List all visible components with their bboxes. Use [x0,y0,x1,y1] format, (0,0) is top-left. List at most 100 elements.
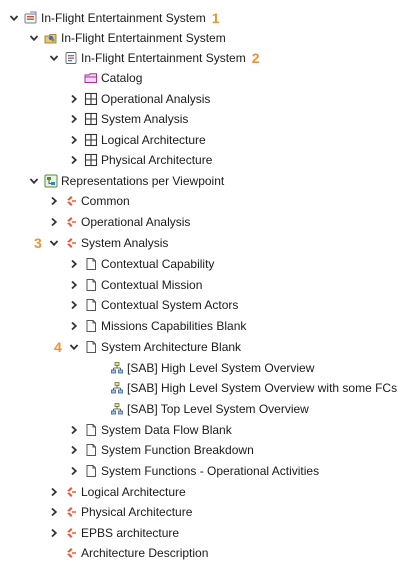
tree-row-viewpoint-physical[interactable]: Physical Architecture [48,502,192,522]
chevron-down-icon[interactable] [68,341,80,353]
chevron-right-icon[interactable] [68,134,80,146]
viewpoint-icon [64,485,78,499]
callout-1: 1 [211,10,220,26]
document-icon [84,340,98,354]
chevron-right-icon[interactable] [48,527,60,539]
representations-icon [44,174,58,188]
tree-row-folder-sab[interactable]: System Architecture Blank [68,337,241,357]
viewpoint-label: Logical Architecture [81,485,186,499]
tree-row-layer-physical[interactable]: Physical Architecture [68,150,212,170]
chevron-right-icon[interactable] [68,279,80,291]
folder-label: Contextual System Actors [101,298,239,312]
folder-label: System Data Flow Blank [101,423,232,437]
folder-label: System Function Breakdown [101,443,254,457]
chevron-down-icon[interactable] [8,12,20,24]
viewpoint-icon [64,505,78,519]
viewpoint-icon [64,236,78,250]
project-label: In-Flight Entertainment System [61,31,226,45]
catalog-label: Catalog [101,71,143,85]
chevron-right-icon[interactable] [68,424,80,436]
tree-row-folder[interactable]: Contextual System Actors [68,295,238,315]
tree-row-viewpoint-architecture-description[interactable]: Architecture Description [64,543,208,563]
chevron-down-icon[interactable] [48,237,60,249]
model-label: In-Flight Entertainment System [81,51,246,65]
callout-4: 4 [54,339,62,355]
document-icon [84,257,98,271]
document-icon [84,423,98,437]
tree-row-representations[interactable]: Representations per Viewpoint [28,171,224,191]
viewpoint-icon [64,526,78,540]
document-icon [84,298,98,312]
chevron-right-icon[interactable] [48,486,60,498]
tree-row-project[interactable]: In-Flight Entertainment System [28,28,226,48]
tree-row-folder[interactable]: System Function Breakdown [68,440,254,460]
layer-label: Logical Architecture [101,133,206,147]
chevron-right-icon[interactable] [68,154,80,166]
tree-row-viewpoint-operational[interactable]: Operational Analysis [48,212,190,232]
tree-row-layer-operational[interactable]: Operational Analysis [68,89,210,109]
diagram-icon [110,402,124,416]
tree-row-diagram[interactable]: [SAB] Top Level System Overview [110,399,309,419]
chevron-right-icon[interactable] [68,258,80,270]
diagram-label: [SAB] High Level System Overview [127,361,315,375]
viewpoint-label: Physical Architecture [81,505,193,519]
viewpoint-label: Operational Analysis [81,215,191,229]
tree-row-model[interactable]: In-Flight Entertainment System 2 [48,48,260,68]
chevron-down-icon[interactable] [48,52,60,64]
project-icon [44,31,58,45]
tree-row-viewpoint-common[interactable]: Common [48,191,130,211]
document-icon [84,464,98,478]
chevron-right-icon[interactable] [68,465,80,477]
tree-row-diagram[interactable]: [SAB] High Level System Overview with so… [110,378,397,398]
chevron-right-icon[interactable] [68,113,80,125]
chevron-right-icon[interactable] [68,93,80,105]
viewpoint-icon [64,194,78,208]
representations-label: Representations per Viewpoint [61,174,225,188]
tree-row-layer-system[interactable]: System Analysis [68,109,188,129]
chevron-right-icon[interactable] [48,506,60,518]
layer-icon [84,133,98,147]
layer-icon [84,153,98,167]
tree-row-catalog[interactable]: Catalog [84,68,142,88]
chevron-right-icon[interactable] [48,216,60,228]
tree-row-layer-logical[interactable]: Logical Architecture [68,130,206,150]
chevron-down-icon[interactable] [28,32,40,44]
chevron-right-icon[interactable] [68,444,80,456]
document-icon [84,443,98,457]
tree-row-viewpoint-system[interactable]: System Analysis [48,233,168,253]
diagram-icon [110,381,124,395]
diagram-icon [110,361,124,375]
folder-label: Contextual Capability [101,257,215,271]
viewpoint-icon [64,546,78,560]
project-root-icon [24,11,38,25]
tree-row-viewpoint-logical[interactable]: Logical Architecture [48,482,186,502]
viewpoint-label: System Analysis [81,236,169,250]
chevron-right-icon[interactable] [68,320,80,332]
callout-2: 2 [251,50,260,66]
viewpoint-label: Architecture Description [81,546,209,560]
viewpoint-label: EPBS architecture [81,526,180,540]
catalog-folder-icon [84,71,98,85]
tree-row-folder[interactable]: System Functions - Operational Activitie… [68,461,319,481]
tree-row-folder[interactable]: System Data Flow Blank [68,420,232,440]
viewpoint-label: Common [81,194,130,208]
tree-row-diagram[interactable]: [SAB] High Level System Overview [110,358,314,378]
document-icon [84,319,98,333]
chevron-down-icon[interactable] [28,175,40,187]
chevron-right-icon[interactable] [68,299,80,311]
root-label: In-Flight Entertainment System [41,11,206,25]
tree-row-folder[interactable]: Missions Capabilities Blank [68,316,246,336]
diagram-label: [SAB] High Level System Overview with so… [127,381,398,395]
folder-label: System Architecture Blank [101,340,242,354]
tree-row-folder[interactable]: Contextual Mission [68,275,202,295]
viewpoint-icon [64,215,78,229]
tree-row-folder[interactable]: Contextual Capability [68,254,214,274]
folder-label: Missions Capabilities Blank [101,319,247,333]
tree-row-root[interactable]: In-Flight Entertainment System 1 [8,8,220,28]
callout-3: 3 [34,235,42,251]
chevron-right-icon[interactable] [48,195,60,207]
tree-row-viewpoint-epbs[interactable]: EPBS architecture [48,523,179,543]
layer-label: Operational Analysis [101,92,211,106]
layer-label: Physical Architecture [101,153,213,167]
model-icon [64,51,78,65]
